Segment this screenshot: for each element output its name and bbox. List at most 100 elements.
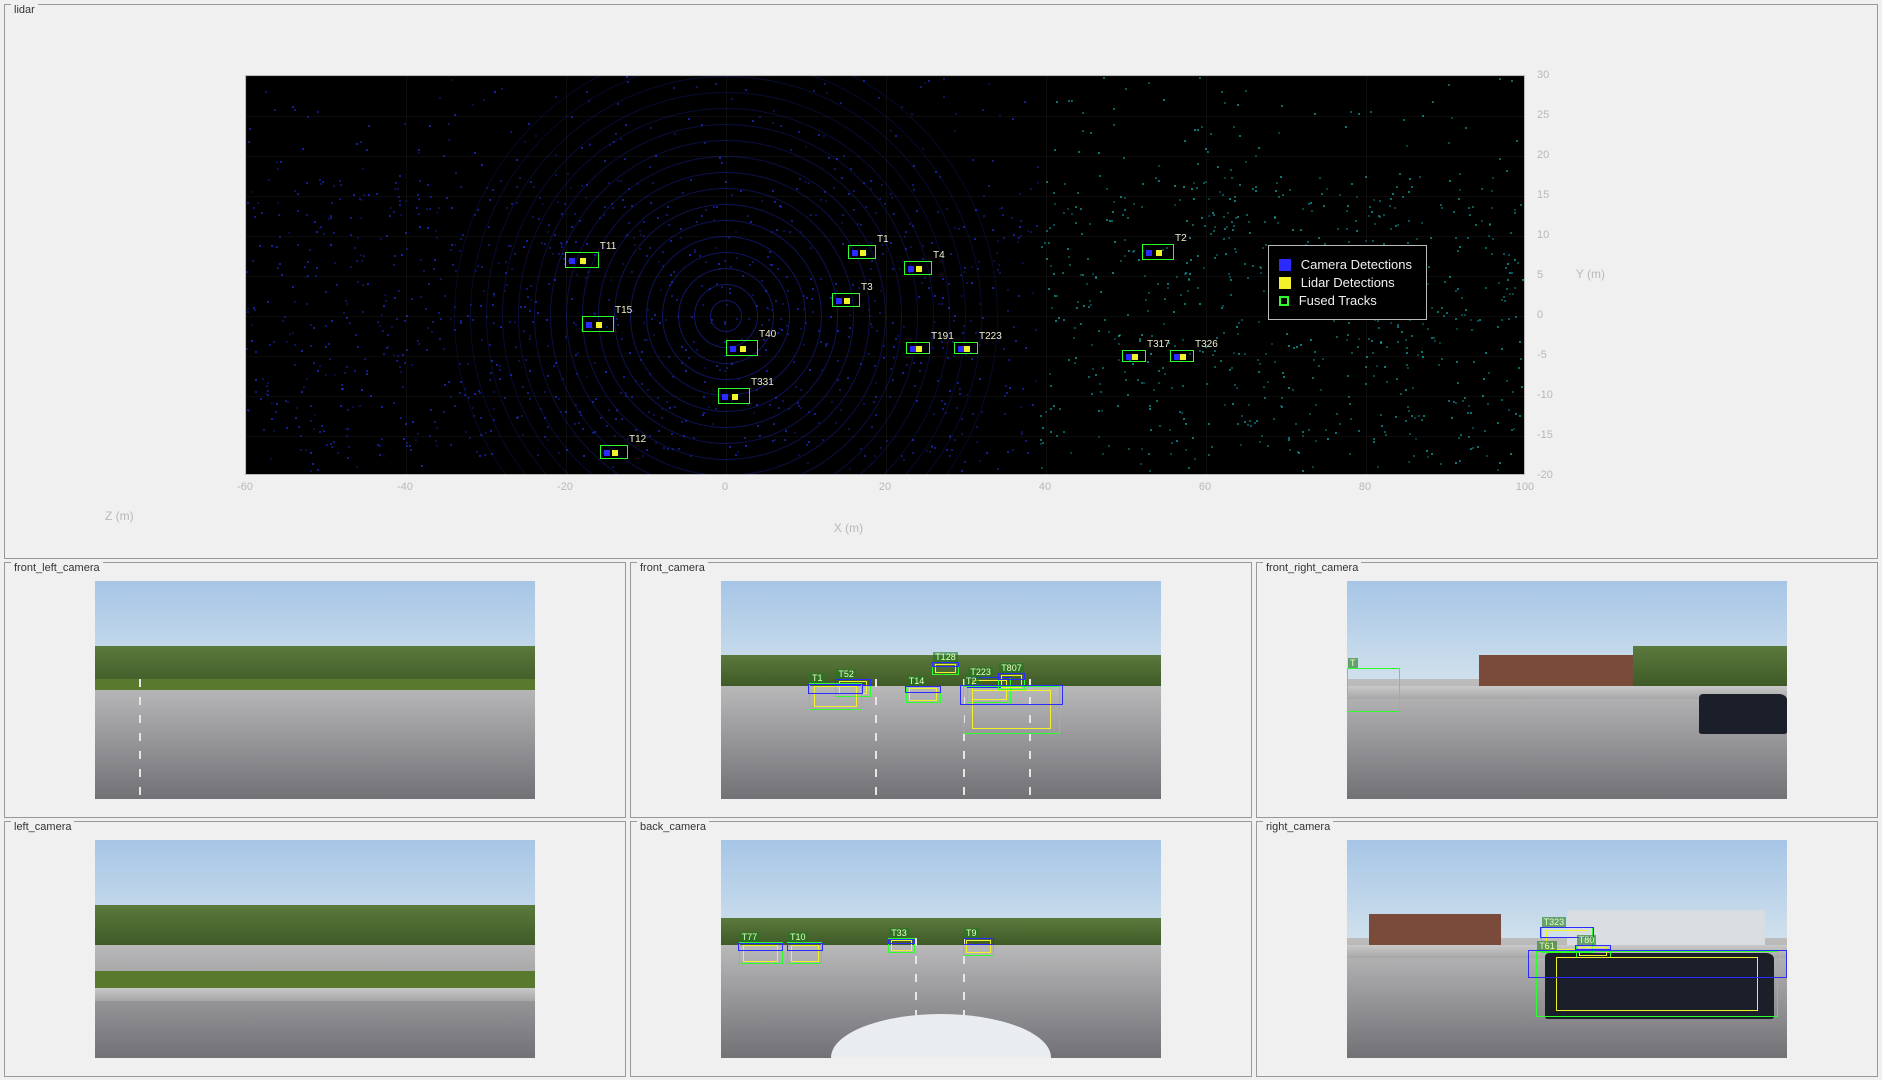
fused-track-box[interactable]: T11 xyxy=(565,252,599,268)
fused-track-box[interactable]: T4 xyxy=(904,261,932,275)
right-camera-view[interactable]: T323 T80 T61 xyxy=(1347,840,1787,1058)
detection-label: T128 xyxy=(933,652,958,662)
back-camera-panel: back_camera T77T10T33T9 xyxy=(630,821,1252,1077)
lidar-detection-marker xyxy=(916,266,922,272)
legend-fused: Fused Tracks xyxy=(1279,293,1412,308)
camera-detection-box[interactable]: T10 xyxy=(787,942,822,964)
detection-label: T10 xyxy=(788,932,808,942)
legend-camera-label: Camera Detections xyxy=(1301,257,1412,272)
fused-track-box[interactable]: T12 xyxy=(600,445,628,459)
detection-label: T14 xyxy=(907,676,927,686)
detection-label: T77 xyxy=(740,932,760,942)
camera-detection-marker xyxy=(1146,250,1152,256)
fused-track-box[interactable]: T40 xyxy=(726,340,758,356)
camera-detection-box[interactable]: T2 xyxy=(963,686,1060,734)
fused-track-box[interactable]: T317 xyxy=(1122,350,1146,363)
lidar-detection-marker xyxy=(732,394,738,400)
left-camera-panel: left_camera xyxy=(4,821,626,1077)
camera-detection-box[interactable]: T33 xyxy=(888,938,914,953)
track-label: T1 xyxy=(875,234,889,245)
lidar-detection-marker xyxy=(860,250,866,256)
y-tick: 5 xyxy=(1537,269,1543,281)
legend-swatch-camera xyxy=(1279,259,1291,271)
lidar-detection-marker xyxy=(1132,354,1138,360)
fused-track-box[interactable]: T331 xyxy=(718,388,750,404)
detection-label: T80 xyxy=(1577,935,1597,945)
legend-lidar-label: Lidar Detections xyxy=(1301,275,1395,290)
y-tick: -15 xyxy=(1537,429,1553,441)
lidar-panel-title: lidar xyxy=(11,4,38,16)
y-tick: 0 xyxy=(1537,309,1543,321)
x-axis-label: X (m) xyxy=(834,521,863,535)
x-tick: 60 xyxy=(1199,481,1211,493)
right-camera-title: right_camera xyxy=(1263,821,1333,833)
lidar-detection-marker xyxy=(596,322,602,328)
camera-detection-marker xyxy=(604,450,610,456)
camera-detection-box[interactable]: T14 xyxy=(906,686,941,703)
track-label: T4 xyxy=(931,250,945,261)
front-camera-view[interactable]: T52T1T128T14T223T807T2 xyxy=(721,581,1161,799)
lidar-detection-marker xyxy=(964,346,970,352)
front-left-camera-view[interactable] xyxy=(95,581,535,799)
y-tick: 10 xyxy=(1537,229,1549,241)
legend: Camera Detections Lidar Detections Fused… xyxy=(1268,245,1427,320)
x-tick: 100 xyxy=(1516,481,1534,493)
fused-track-box[interactable]: T191 xyxy=(906,342,930,355)
front-right-camera-view[interactable]: T xyxy=(1347,581,1787,799)
lidar-detection-marker xyxy=(1156,250,1162,256)
front-camera-title: front_camera xyxy=(637,562,708,574)
y-axis-label: Y (m) xyxy=(1576,267,1605,281)
track-label: T3 xyxy=(859,282,873,293)
x-tick: -20 xyxy=(557,481,573,493)
lidar-detection-marker xyxy=(916,346,922,352)
legend-swatch-fused xyxy=(1279,296,1289,306)
camera-detection-box[interactable]: T1 xyxy=(809,683,862,709)
lidar-detection-marker xyxy=(1180,354,1186,360)
detection-label: T807 xyxy=(999,663,1024,673)
x-tick: -60 xyxy=(237,481,253,493)
detection-label: T323 xyxy=(1542,917,1567,927)
camera-detection-box[interactable]: T77 xyxy=(739,942,783,964)
track-label: T223 xyxy=(977,331,1002,342)
fused-track-box[interactable]: T326 xyxy=(1170,350,1194,363)
camera-detection-marker xyxy=(836,298,842,304)
camera-detection-box[interactable]: T61 xyxy=(1536,951,1778,1016)
legend-camera: Camera Detections xyxy=(1279,257,1412,272)
legend-swatch-lidar xyxy=(1279,277,1291,289)
y-tick: 25 xyxy=(1537,109,1549,121)
camera-detection-box[interactable]: T9 xyxy=(963,938,994,955)
lidar-panel: lidar T11T15T40T331T12T1T3T4T191T223T2T3… xyxy=(4,4,1878,559)
y-tick: -20 xyxy=(1537,469,1553,481)
detection-label: T52 xyxy=(836,669,856,679)
track-label: T2 xyxy=(1173,233,1187,244)
front-left-camera-panel: front_left_camera xyxy=(4,562,626,818)
fused-track-box[interactable]: T223 xyxy=(954,342,978,355)
front-right-camera-title: front_right_camera xyxy=(1263,562,1361,574)
front-camera-panel: front_camera T52T1T128T14T223T807T2 xyxy=(630,562,1252,818)
detection-label: T9 xyxy=(964,928,979,938)
fused-track-box[interactable]: T3 xyxy=(832,293,860,307)
camera-detection-marker xyxy=(569,258,575,264)
track-label: T191 xyxy=(929,331,954,342)
x-tick: -40 xyxy=(397,481,413,493)
front-left-camera-title: front_left_camera xyxy=(11,562,103,574)
z-axis-label: Z (m) xyxy=(105,509,134,523)
fused-track-box[interactable]: T2 xyxy=(1142,244,1174,260)
back-camera-view[interactable]: T77T10T33T9 xyxy=(721,840,1161,1058)
camera-detection-marker xyxy=(586,322,592,328)
track-label: T331 xyxy=(749,377,774,388)
lidar-detection-marker xyxy=(844,298,850,304)
detection-label: T33 xyxy=(889,928,909,938)
fused-track-box[interactable]: T15 xyxy=(582,316,614,332)
right-camera-panel: right_camera T323 T80 T61 xyxy=(1256,821,1878,1077)
left-camera-view[interactable] xyxy=(95,840,535,1058)
camera-detection-box[interactable]: T128 xyxy=(932,662,958,675)
camera-detection-marker xyxy=(730,346,736,352)
track-label: T40 xyxy=(757,329,776,340)
x-tick: 80 xyxy=(1359,481,1371,493)
fused-track-box[interactable]: T1 xyxy=(848,245,876,259)
front-right-camera-panel: front_right_camera T xyxy=(1256,562,1878,818)
left-camera-title: left_camera xyxy=(11,821,74,833)
back-camera-title: back_camera xyxy=(637,821,709,833)
y-tick: 30 xyxy=(1537,69,1549,81)
